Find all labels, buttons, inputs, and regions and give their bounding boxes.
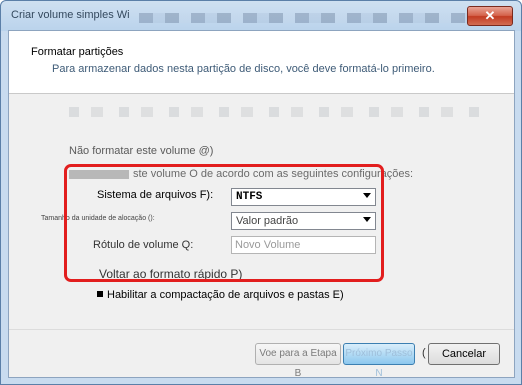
back-button[interactable]: Voe para a Etapa B xyxy=(255,343,341,379)
cancel-button[interactable]: Cancelar xyxy=(428,343,500,365)
page-title: Formatar partições xyxy=(31,46,124,58)
window-title: Criar volume simples Wi xyxy=(11,9,130,21)
blurred-title-region xyxy=(139,13,479,23)
compress-label: Habilitar a compactação de arquivos e pa… xyxy=(107,289,344,301)
close-button[interactable]: ✕ xyxy=(467,6,513,26)
page-subtitle: Para armazenar dados nesta partição de d… xyxy=(52,63,435,75)
compress-checkbox[interactable]: Habilitar a compactação de arquivos e pa… xyxy=(97,289,344,301)
title-bar[interactable]: Criar volume simples Wi ✕ xyxy=(1,1,521,31)
dialog-window: Criar volume simples Wi ✕ Formatar parti… xyxy=(0,0,522,385)
blurred-region xyxy=(69,107,489,117)
footer-divider xyxy=(9,329,514,330)
wizard-header: Formatar partições Para armazenar dados … xyxy=(9,31,514,94)
checkbox-icon xyxy=(97,291,103,297)
close-icon: ✕ xyxy=(484,8,496,23)
next-paren: ( xyxy=(422,347,426,359)
radio-no-format[interactable]: Não formatar este volume @) xyxy=(69,145,213,157)
highlight-box xyxy=(64,164,384,282)
dialog-body: Formatar partições Para armazenar dados … xyxy=(8,30,515,379)
next-button[interactable]: Próximo Passo N xyxy=(343,343,415,379)
